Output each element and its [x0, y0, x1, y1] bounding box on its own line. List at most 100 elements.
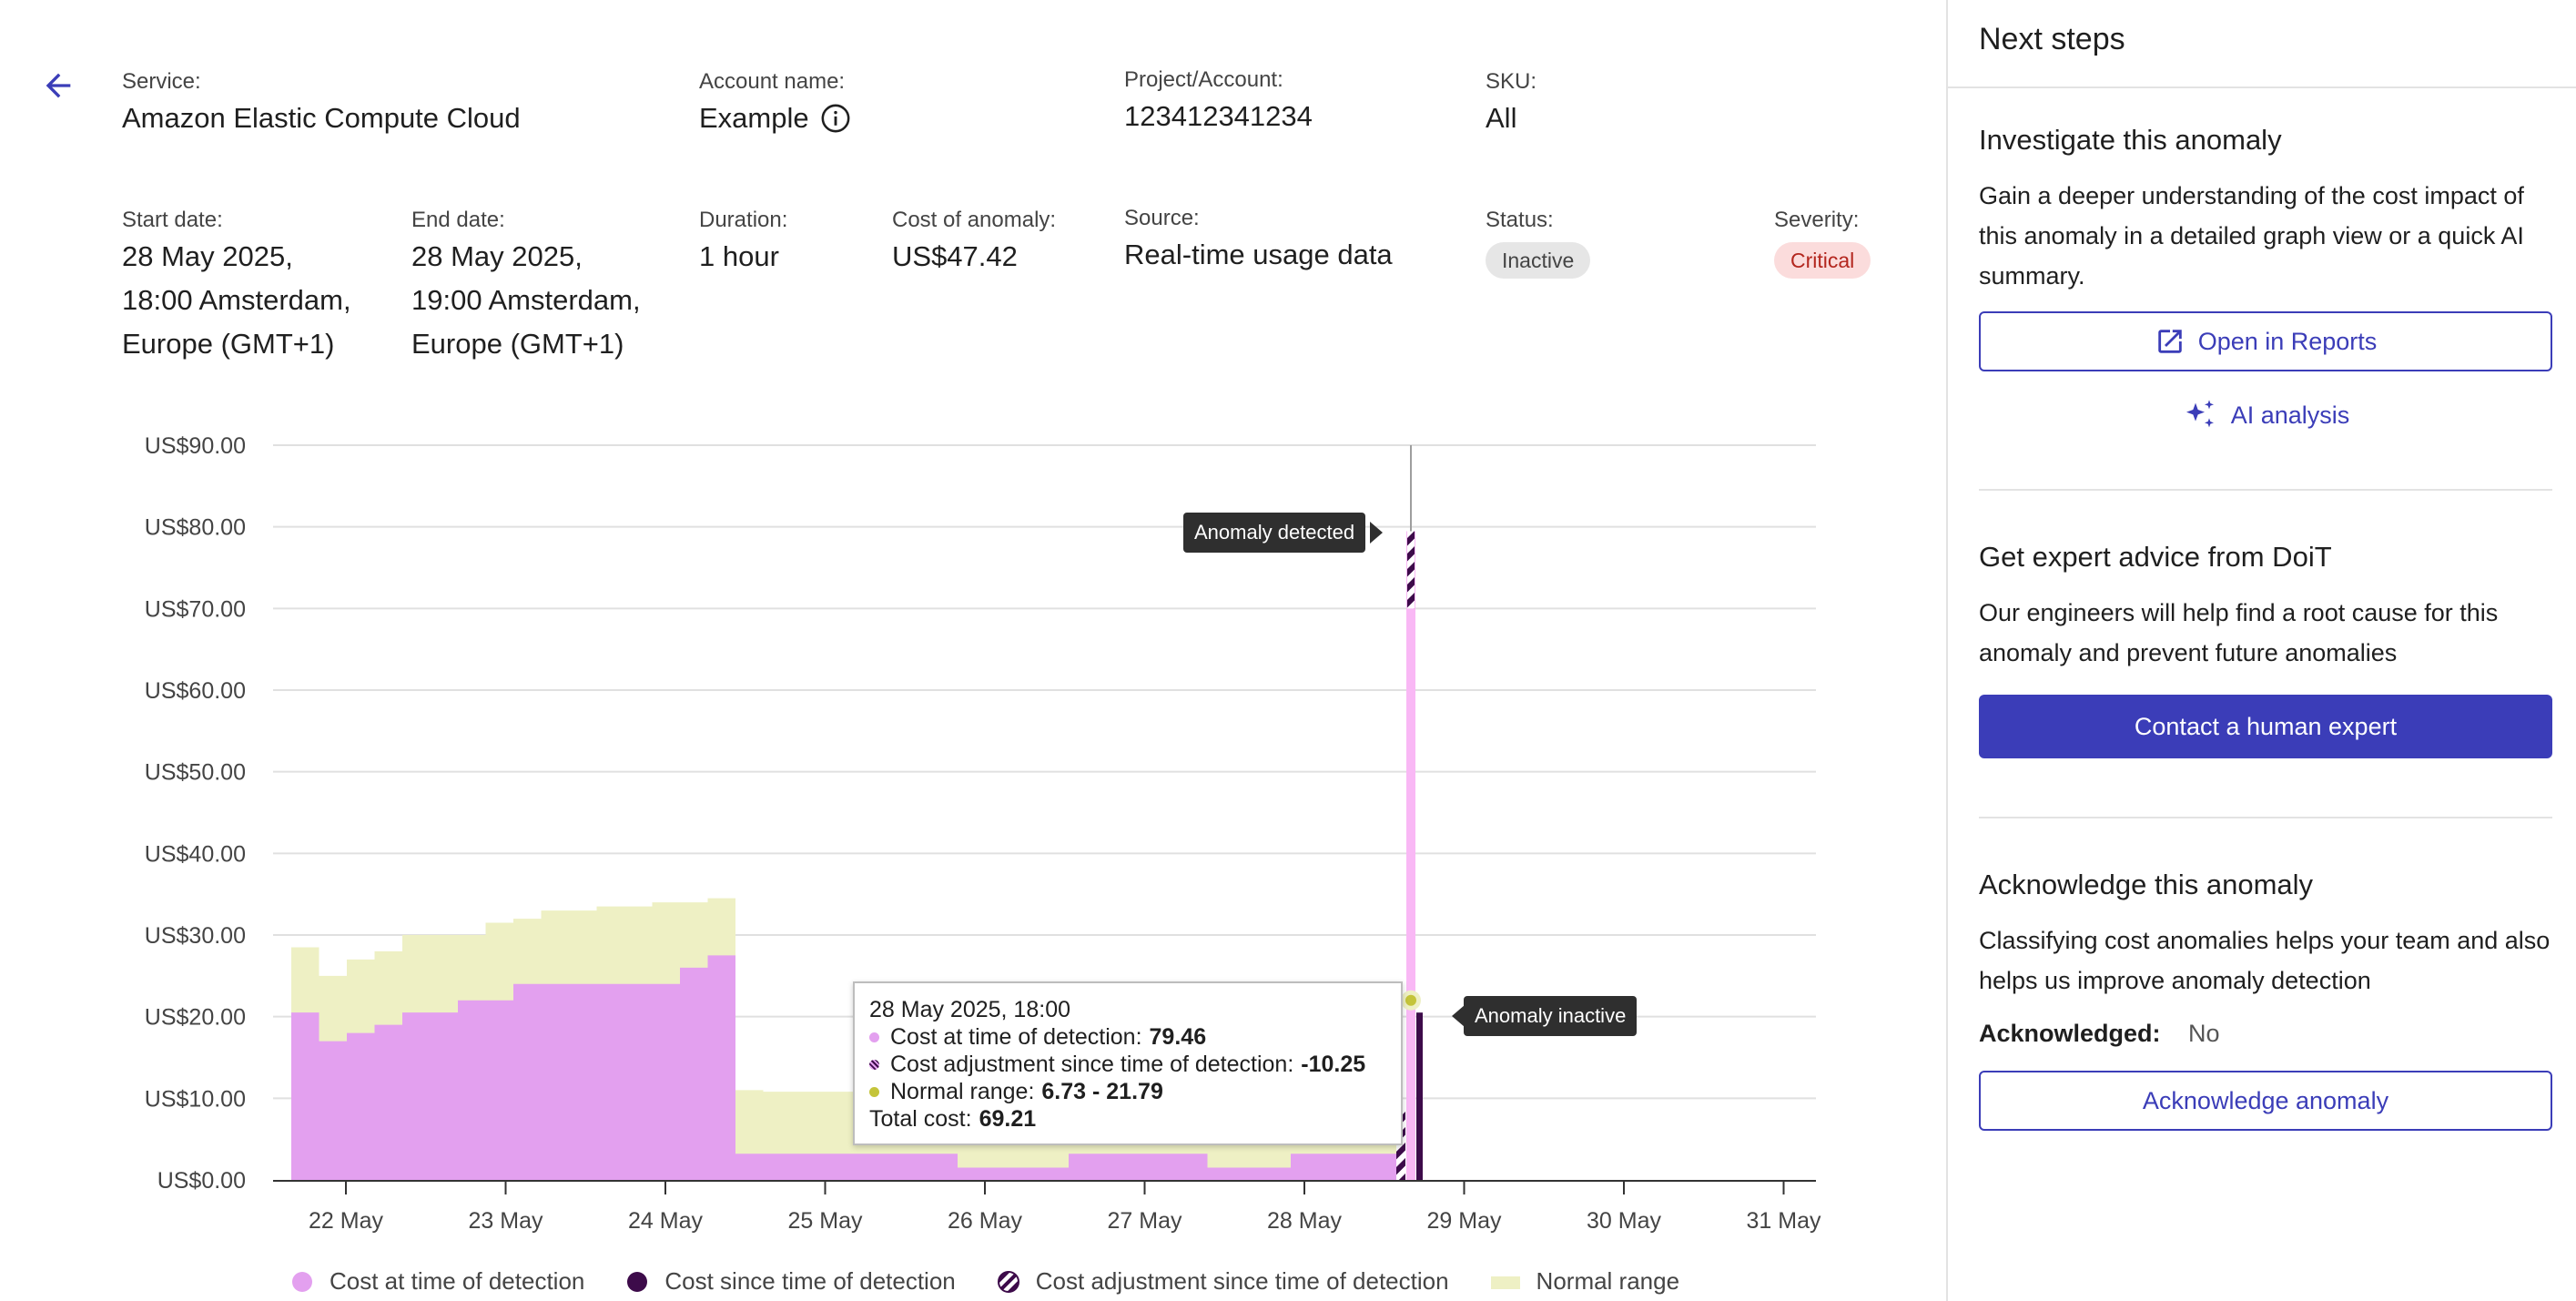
- anomaly-spike-bar[interactable]: [1406, 531, 1415, 1180]
- investigate-title: Investigate this anomaly: [1979, 124, 2282, 156]
- end-date-label: End date:: [411, 208, 505, 232]
- anomaly-cost-chart: US$0.00 US$10.00 US$20.00 US$30.00 US$40.00 U…: [0, 401, 1946, 1301]
- tooltip-label: Cost at time of detection:: [890, 1024, 1142, 1050]
- ai-analysis-button[interactable]: AI analysis: [1979, 388, 2552, 442]
- x-tick-label: 22 May: [309, 1208, 383, 1234]
- end-date-field: End date: 28 May 2025, 19:00 Amsterdam, …: [411, 206, 641, 366]
- arrow-back-icon: [46, 73, 71, 98]
- tooltip-label: Normal range:: [890, 1079, 1035, 1104]
- x-tick-label: 24 May: [628, 1208, 703, 1234]
- sku-label: SKU:: [1486, 69, 1537, 94]
- tooltip-value: 6.73 - 21.79: [1041, 1079, 1163, 1104]
- service-field: Service: Amazon Elastic Compute Cloud: [122, 67, 521, 140]
- source-value: Real-time usage data: [1124, 239, 1393, 270]
- account-label: Account name:: [699, 69, 846, 94]
- y-tick-label: US$0.00: [157, 1168, 246, 1194]
- investigate-text: Gain a deeper understanding of the cost …: [1979, 182, 2524, 290]
- info-icon[interactable]: [820, 103, 851, 134]
- service-label: Service:: [122, 69, 201, 94]
- cost-value: US$47.42: [892, 240, 1018, 272]
- legend-label: Normal range: [1536, 1267, 1680, 1295]
- tooltip-row-cost-at-detection: Cost at time of detection: 79.46: [869, 1023, 1386, 1051]
- tooltip-label: Total cost:: [869, 1106, 972, 1132]
- y-tick-label: US$10.00: [145, 1086, 246, 1112]
- y-tick-label: US$30.00: [145, 923, 246, 949]
- tooltip-dot-icon: [869, 1086, 879, 1097]
- back-button[interactable]: [36, 64, 80, 107]
- open-in-reports-label: Open in Reports: [2197, 327, 2378, 355]
- legend-circle-icon: [292, 1271, 312, 1292]
- start-date-label: Start date:: [122, 208, 223, 232]
- project-field: Project/Account: 123412341234: [1124, 66, 1313, 138]
- open-in-new-icon: [2157, 330, 2182, 353]
- legend-item-cost-adjustment[interactable]: Cost adjustment since time of detection: [997, 1267, 1449, 1296]
- acknowledge-text: Classifying cost anomalies helps your te…: [1979, 927, 2551, 994]
- x-tick-label: 31 May: [1747, 1208, 1821, 1234]
- tooltip-label: Cost adjustment since time of detection:: [890, 1052, 1294, 1077]
- y-tick-label: US$40.00: [145, 841, 246, 867]
- severity-field: Severity: Critical: [1774, 206, 1871, 279]
- start-date-field: Start date: 28 May 2025, 18:00 Amsterdam…: [122, 206, 351, 366]
- tooltip-value: 69.21: [979, 1106, 1037, 1132]
- legend-label: Cost at time of detection: [330, 1267, 585, 1295]
- start-date-line-1: 28 May 2025,: [122, 240, 293, 272]
- tooltip-value: -10.25: [1301, 1052, 1366, 1077]
- tooltip-title: 28 May 2025, 18:00: [869, 997, 1070, 1022]
- service-value: Amazon Elastic Compute Cloud: [122, 102, 521, 134]
- normal-range-point-core: [1405, 994, 1416, 1006]
- y-tick-label: US$60.00: [145, 678, 246, 704]
- severity-badge: Critical: [1774, 242, 1871, 279]
- anomaly-details-main: Service: Amazon Elastic Compute Cloud Ac…: [0, 0, 1946, 1301]
- callout-arrow-right: [1370, 522, 1383, 544]
- x-tick-label: 30 May: [1587, 1208, 1661, 1234]
- acknowledge-title: Acknowledge this anomaly: [1979, 869, 2314, 900]
- expert-title: Get expert advice from DoiT: [1979, 541, 2332, 573]
- cost-since-detection-bar[interactable]: [1416, 1012, 1423, 1180]
- start-date-line-2: 18:00 Amsterdam,: [122, 284, 351, 316]
- anomaly-inactive-callout: Anomaly inactive: [1464, 996, 1638, 1036]
- acknowledged-value: No: [2188, 1020, 2220, 1047]
- acknowledged-label: Acknowledged:: [1979, 1020, 2161, 1047]
- cost-label: Cost of anomaly:: [892, 208, 1057, 232]
- acknowledge-anomaly-label: Acknowledge anomaly: [2142, 1086, 2389, 1114]
- tooltip-row-normal-range: Normal range: 6.73 - 21.79: [869, 1078, 1386, 1105]
- tooltip-row-total: Total cost: 69.21: [869, 1105, 1386, 1133]
- acknowledged-status: Acknowledged: No: [1979, 1020, 2220, 1048]
- acknowledge-anomaly-button[interactable]: Acknowledge anomaly: [1979, 1071, 2552, 1131]
- chart-legend: Cost at time of detection Cost since tim…: [291, 1267, 1721, 1296]
- ai-analysis-label: AI analysis: [2230, 401, 2350, 429]
- legend-item-cost-since-detection[interactable]: Cost since time of detection: [626, 1267, 956, 1296]
- account-value: Example: [699, 102, 809, 134]
- duration-label: Duration:: [699, 208, 788, 232]
- source-label: Source:: [1124, 206, 1200, 230]
- legend-item-cost-at-detection[interactable]: Cost at time of detection: [291, 1267, 584, 1296]
- contact-human-expert-label: Contact a human expert: [2134, 712, 2398, 740]
- tooltip-dot-icon: [869, 1032, 879, 1042]
- open-in-reports-button[interactable]: Open in Reports: [1979, 311, 2552, 371]
- anomaly-inactive-label: Anomaly inactive: [1475, 1004, 1627, 1027]
- tooltip-value: 79.46: [1149, 1024, 1207, 1050]
- x-tick-label: 23 May: [469, 1208, 543, 1234]
- panel-header-divider: [1948, 86, 2576, 88]
- source-field: Source: Real-time usage data: [1124, 204, 1393, 277]
- cost-field: Cost of anomaly: US$47.42: [892, 206, 1056, 279]
- legend-hatched-circle-icon: [997, 1270, 1019, 1293]
- legend-circle-icon: [627, 1271, 648, 1292]
- legend-label: Cost since time of detection: [664, 1267, 956, 1295]
- anomaly-detected-callout: Anomaly detected: [1183, 513, 1366, 553]
- legend-item-normal-range[interactable]: Normal range: [1490, 1267, 1680, 1296]
- callout-arrow-left: [1452, 1005, 1465, 1027]
- end-date-line-1: 28 May 2025,: [411, 240, 583, 272]
- status-label: Status:: [1486, 208, 1554, 232]
- y-tick-label: US$80.00: [145, 515, 246, 541]
- contact-human-expert-button[interactable]: Contact a human expert: [1979, 695, 2552, 758]
- start-date-line-3: Europe (GMT+1): [122, 328, 335, 360]
- sparkle-icon: [2186, 400, 2214, 428]
- legend-label: Cost adjustment since time of detection: [1035, 1267, 1449, 1295]
- cost-adjustment-hatch-top: [1407, 531, 1415, 609]
- x-tick-label: 28 May: [1267, 1208, 1342, 1234]
- section-divider: [1979, 489, 2552, 491]
- project-label: Project/Account:: [1124, 67, 1283, 92]
- next-steps-panel: Next steps Investigate this anomaly Gain…: [1946, 0, 2576, 1301]
- end-date-line-3: Europe (GMT+1): [411, 328, 624, 360]
